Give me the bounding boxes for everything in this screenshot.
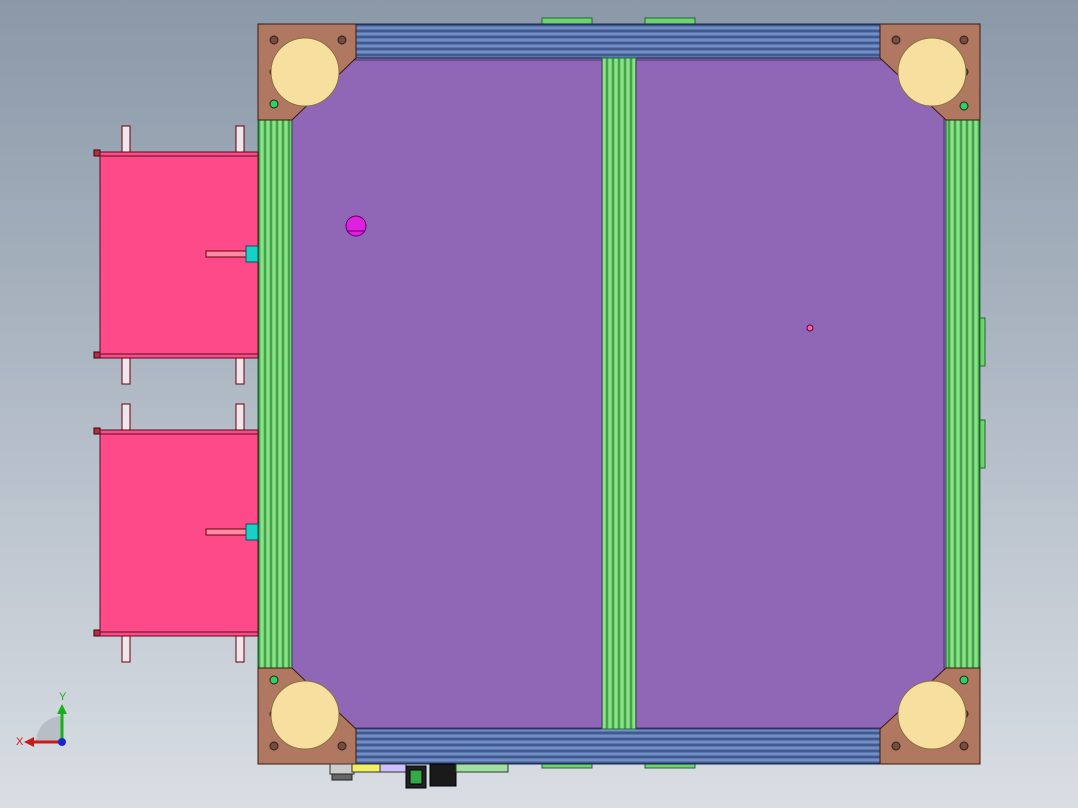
magenta-marker[interactable]	[345, 215, 367, 237]
pink-box-lower[interactable]	[93, 403, 259, 663]
left-panel	[291, 59, 603, 729]
caster-top-left[interactable]	[270, 37, 340, 107]
left-rail	[257, 119, 293, 669]
cad-viewport[interactable]: Y X	[0, 0, 1078, 808]
pink-box-upper[interactable]	[93, 125, 259, 385]
caster-top-right[interactable]	[897, 37, 967, 107]
top-tab-right	[644, 17, 696, 25]
triad-y-label: Y	[59, 691, 67, 703]
center-rail	[601, 57, 637, 730]
top-tab-left	[541, 17, 593, 25]
top-rail	[339, 23, 899, 59]
triad-x-label: X	[16, 736, 24, 748]
caster-bottom-left[interactable]	[270, 680, 340, 750]
bottom-rail	[339, 728, 899, 765]
right-rail	[945, 119, 981, 669]
right-panel	[635, 59, 945, 729]
caster-bottom-right[interactable]	[897, 680, 967, 750]
small-dot	[806, 324, 814, 332]
cad-model-drawing[interactable]: Y X	[0, 0, 1078, 808]
